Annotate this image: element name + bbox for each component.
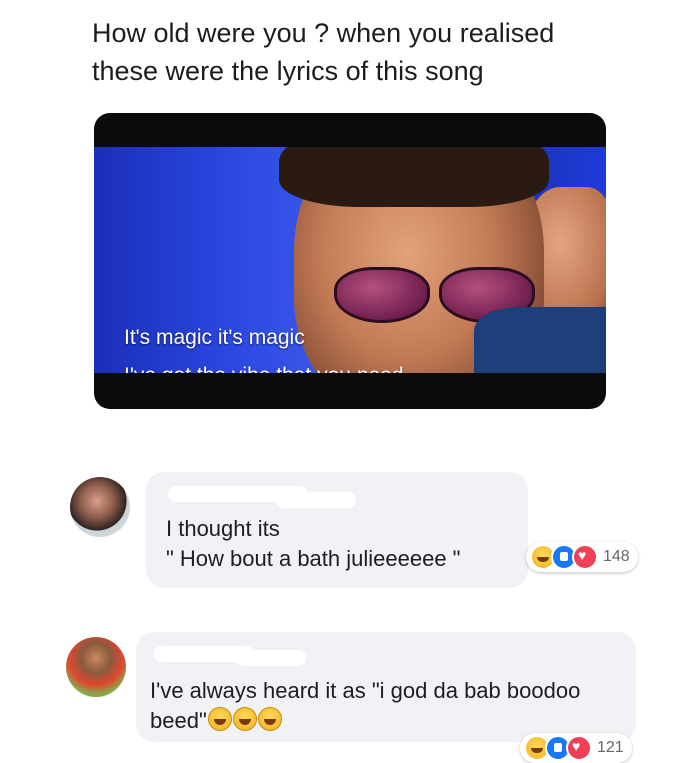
laughing-tears-icon	[257, 707, 282, 731]
reaction-summary[interactable]: 121	[520, 733, 632, 763]
redacted-author-name-part	[236, 650, 306, 666]
comment-bubble: I've always heard it as "i god da bab bo…	[136, 632, 636, 742]
caption-line-2: these were the lyrics of this song	[92, 56, 484, 86]
post-caption: How old were you ? when you realised the…	[92, 14, 652, 90]
comment-line-2: " How bout a bath julieeeeee "	[166, 546, 461, 571]
reaction-count: 121	[597, 739, 624, 756]
lyric-line-1: It's magic it's magic	[124, 326, 305, 349]
comment-line-1: I've always heard it as "i god da bab bo…	[150, 678, 581, 703]
comment-bubble: I thought its " How bout a bath julieeee…	[146, 472, 528, 588]
jacket-graphic	[474, 307, 606, 373]
meme-scene: It's magic it's magic I've got the vibe …	[94, 147, 606, 373]
avatar[interactable]	[66, 637, 126, 697]
sunglasses-left-lens	[334, 267, 430, 323]
redacted-author-name-part	[276, 492, 356, 508]
caption-line-1: How old were you ? when you realised	[92, 18, 555, 48]
avatar[interactable]	[70, 477, 130, 537]
comment-line-2: beed"	[150, 706, 580, 736]
love-icon	[566, 735, 592, 761]
comment-line-2-text: beed"	[150, 708, 207, 733]
comment-text: I thought its " How bout a bath julieeee…	[166, 514, 461, 574]
hair-graphic	[279, 147, 549, 207]
meme-image[interactable]: It's magic it's magic I've got the vibe …	[94, 113, 606, 409]
laughing-tears-icon	[207, 707, 232, 731]
comment-line-1: I thought its	[166, 516, 280, 541]
meme-lyrics: It's magic it's magic I've got the vibe …	[124, 319, 404, 373]
reaction-summary[interactable]: 148	[526, 542, 638, 572]
comment-text: I've always heard it as "i god da bab bo…	[150, 676, 580, 736]
reaction-count: 148	[603, 548, 630, 565]
laughing-tears-icon	[232, 707, 257, 731]
love-icon	[572, 544, 598, 570]
lyric-line-2: I've got the vibe that you need	[124, 357, 404, 373]
